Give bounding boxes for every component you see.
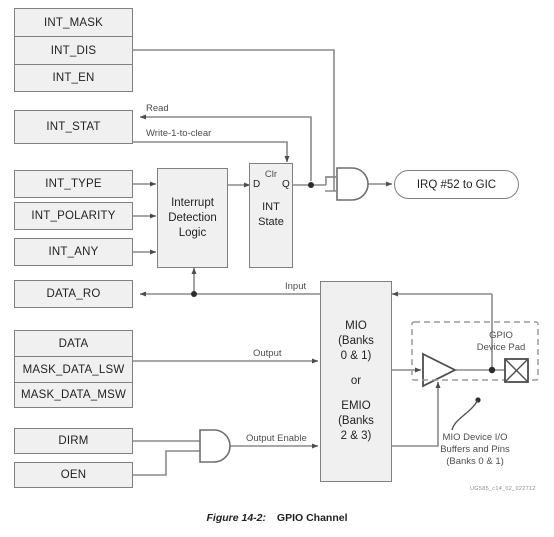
register-label: INT_TYPE [45,178,102,190]
junction-q [308,182,314,188]
mio-line-7: 2 & 3) [340,430,372,442]
register-label: INT_STAT [46,121,101,133]
register-oen[interactable]: OEN [14,462,133,488]
wire-q-to-and [325,176,337,185]
register-data[interactable]: DATA [14,330,133,356]
junction-pad [488,366,496,374]
pad-label-line-1: GPIO [489,330,513,341]
register-label: DATA [58,337,89,350]
register-label: MASK_DATA_LSW [22,363,125,376]
register-int-type[interactable]: INT_TYPE [14,170,133,198]
and-gate-interrupt [336,167,369,201]
register-int-any[interactable]: INT_ANY [14,238,133,266]
flipflop-q-label: Q [282,179,290,190]
junction-input [191,291,197,297]
idl-line-2: Detection [168,211,217,224]
idl-line-3: Logic [178,226,207,239]
register-label: INT_POLARITY [31,210,116,222]
mio-line-5: EMIO [341,400,371,412]
signal-label-input: Input [285,281,307,292]
register-int-polarity[interactable]: INT_POLARITY [14,202,133,230]
mio-line-4: or [350,375,362,387]
register-label: OEN [60,469,87,481]
register-label: INT_DIS [50,44,97,57]
mio-line-3: 0 & 1) [340,350,372,362]
register-label: MASK_DATA_MSW [20,389,127,401]
register-label: INT_ANY [48,246,99,258]
mio-device-io-note: MIO Device I/O Buffers and Pins (Banks 0… [400,432,550,468]
signal-label-read: Read [146,103,169,114]
register-int-dis[interactable]: INT_DIS [14,36,133,64]
gpio-device-pad-label: GPIO Device Pad [466,330,536,354]
flipflop-clr-label: Clr [264,169,278,180]
register-data-ro[interactable]: DATA_RO [14,280,133,308]
signal-label-write-1-to-clear: Write-1-to-clear [146,128,212,139]
register-label: DIRM [58,435,89,447]
irq-label: IRQ #52 to GIC [416,178,497,191]
wire-write-1-to-clear [133,141,290,163]
figure-number: Figure 14-2: [206,512,266,524]
register-int-en[interactable]: INT_EN [14,64,133,92]
flipflop-name-line-2: State [258,216,284,228]
pad-label-line-2: Device Pad [476,342,526,353]
signal-label-output-enable: Output Enable [246,433,307,444]
wire-int-dis [133,49,335,187]
register-mask-data-msw[interactable]: MASK_DATA_MSW [14,382,133,408]
and-gate-output-enable [199,429,231,463]
mio-emio-block[interactable]: MIO (Banks 0 & 1) or EMIO (Banks 2 & 3) [320,281,392,482]
mio-line-2: (Banks [338,335,374,347]
note-line-2: Buffers and Pins [440,444,510,455]
figure-caption: Figure 14-2: GPIO Channel [0,512,554,524]
register-label: INT_MASK [43,16,104,29]
figure-watermark: UG585_c14_02_022712 [470,486,536,492]
register-dirm[interactable]: DIRM [14,428,133,454]
flipflop-d-label: D [253,179,261,190]
mio-line-6: (Banks [338,415,374,427]
flipflop-name-line-1: INT [262,201,280,213]
figure-title: GPIO Channel [276,512,348,524]
register-label: INT_EN [52,72,95,84]
register-int-mask[interactable]: INT_MASK [14,8,133,36]
signal-label-output: Output [253,348,282,359]
irq-output-node[interactable]: IRQ #52 to GIC [394,170,519,199]
interrupt-detection-logic-block[interactable]: Interrupt Detection Logic [157,168,228,268]
wire-oen [133,450,200,476]
idl-line-1: Interrupt [171,196,214,209]
note-line-3: (Banks 0 & 1) [446,456,504,467]
register-label: DATA_RO [46,288,101,300]
mio-line-1: MIO [345,320,367,332]
register-int-stat[interactable]: INT_STAT [14,110,133,144]
callout-leader [451,399,479,431]
tristate-buffer [422,352,458,388]
register-mask-data-lsw[interactable]: MASK_DATA_LSW [14,356,133,382]
note-line-1: MIO Device I/O [442,432,508,443]
